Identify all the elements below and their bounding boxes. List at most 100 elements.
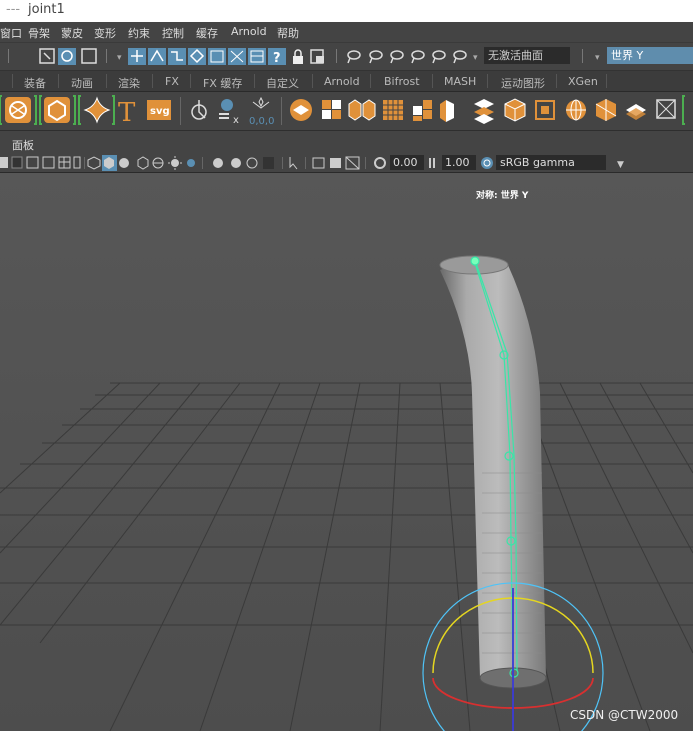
text-tool-icon[interactable]: T — [118, 98, 136, 128]
smooth-shade-icon[interactable] — [102, 155, 117, 171]
grid-toggle-icon[interactable] — [58, 156, 71, 169]
menu-constrain[interactable]: 约束 — [128, 25, 150, 41]
isolate-select-icon[interactable] — [289, 157, 298, 170]
menu-help[interactable]: 帮助 — [277, 25, 299, 41]
lock-icon[interactable] — [293, 49, 303, 64]
menu-cache[interactable]: 缓存 — [196, 25, 218, 41]
reflect-select-icon[interactable] — [432, 50, 446, 64]
gamma-field[interactable]: 1.00 — [442, 155, 476, 170]
tab-rigging[interactable]: 装备 — [24, 75, 46, 91]
default-material-icon[interactable] — [119, 158, 129, 168]
select-component-icon[interactable] — [81, 48, 97, 64]
star-particle-icon[interactable] — [83, 96, 111, 124]
layer-editor-icon[interactable] — [290, 99, 312, 121]
menu-control[interactable]: 控制 — [162, 25, 184, 41]
film-gate-icon[interactable] — [73, 156, 81, 169]
sweep-mesh-icon[interactable] — [5, 97, 31, 123]
snap-bbox-icon[interactable] — [228, 48, 246, 65]
symmetry-axis-field[interactable]: 世界 Y — [607, 47, 693, 64]
menu-skeleton[interactable]: 骨架 — [28, 25, 50, 41]
tab-bifrost[interactable]: Bifrost — [384, 75, 420, 88]
active-surface-field[interactable]: 无激活曲面 — [484, 47, 570, 64]
wire-on-shaded-icon[interactable] — [137, 156, 149, 170]
tab-arnold[interactable]: Arnold — [324, 75, 360, 88]
sphere-grid-icon[interactable] — [566, 99, 586, 121]
rotate-select-icon[interactable] — [453, 50, 467, 64]
lasso-tool-icon[interactable] — [347, 50, 361, 64]
create-locator-icon[interactable] — [191, 100, 207, 120]
menu-window[interactable]: 窗口 — [0, 25, 22, 41]
dropdown-arrow-icon-3[interactable]: ▾ — [595, 53, 600, 63]
frame-select-icon[interactable] — [656, 99, 676, 119]
tab-fx-cache[interactable]: FX 缓存 — [203, 75, 242, 91]
menu-skin[interactable]: 蒙皮 — [61, 25, 83, 41]
gamma-icon[interactable] — [429, 158, 435, 168]
select-object-icon[interactable] — [58, 48, 76, 65]
menu-arnold[interactable]: Arnold — [231, 25, 267, 38]
polygon-type-icon[interactable] — [44, 97, 70, 123]
panel-menu[interactable]: 面板 — [12, 137, 34, 153]
snap-live-icon[interactable] — [208, 48, 226, 65]
color-manage-icon[interactable] — [481, 157, 493, 169]
textured-icon[interactable] — [152, 157, 164, 169]
snap-grid-icon[interactable] — [128, 48, 146, 65]
sets-icon[interactable] — [322, 100, 341, 119]
exposure-field[interactable]: 0.00 — [390, 155, 424, 170]
snap-view-plane-icon[interactable] — [188, 48, 206, 65]
soft-select-icon[interactable] — [390, 50, 404, 64]
cube-icon[interactable] — [504, 98, 526, 122]
viewport-scene — [0, 173, 693, 731]
tile-blocks-icon[interactable] — [413, 100, 432, 121]
lock-camera-icon[interactable] — [11, 156, 23, 169]
status-line-icons: ▾ ? ▾ ▾ — [8, 48, 600, 66]
ipr-icon[interactable] — [310, 49, 324, 64]
ambient-occlusion-icon[interactable] — [213, 158, 223, 168]
help-icon[interactable]: ? — [268, 48, 286, 66]
svg-tool-icon[interactable]: svg — [147, 100, 171, 120]
color-space-dropdown-arrow-icon[interactable]: ▼ — [617, 160, 624, 170]
prism-icon[interactable] — [440, 100, 454, 122]
grid-tiles-icon[interactable] — [383, 100, 403, 120]
render-view-icon[interactable] — [248, 48, 266, 65]
menu-deform[interactable]: 变形 — [94, 25, 116, 41]
image-plane-icon[interactable] — [42, 156, 55, 169]
tab-animation[interactable]: 动画 — [71, 75, 93, 91]
paint-select-icon[interactable] — [369, 50, 383, 64]
snap-curve-icon[interactable] — [148, 48, 166, 65]
gate-mask-icon[interactable] — [330, 158, 341, 168]
tab-motion-graphics[interactable]: 运动图形 — [501, 75, 545, 91]
tab-mash[interactable]: MASH — [444, 75, 476, 88]
antialias-icon[interactable] — [246, 157, 258, 169]
select-hierarchy-icon[interactable] — [39, 48, 55, 64]
main-menu-bar: 窗口 骨架 蒙皮 变形 约束 控制 缓存 Arnold 帮助 — [0, 22, 693, 43]
resolution-gate-icon[interactable] — [312, 157, 325, 169]
delete-history-icon[interactable]: x — [219, 99, 239, 126]
dropdown-arrow-icon[interactable]: ▾ — [117, 53, 122, 63]
cube-split-icon[interactable] — [595, 99, 617, 121]
bounding-box-icon[interactable] — [535, 100, 555, 120]
tab-fx[interactable]: FX — [165, 75, 179, 88]
tab-xgen[interactable]: XGen — [568, 75, 598, 88]
lighting-icon[interactable] — [168, 156, 182, 170]
shelf-tabs: 装备 动画 渲染 FX FX 缓存 自定义 Arnold Bifrost MAS… — [0, 71, 693, 92]
cube-group-icon[interactable] — [348, 99, 376, 121]
safe-area-icon[interactable] — [345, 156, 360, 170]
stack-layers-icon[interactable] — [474, 99, 494, 124]
xray-icon[interactable] — [263, 157, 274, 169]
bookmark-icon[interactable] — [26, 156, 39, 169]
motion-blur-icon[interactable] — [231, 158, 241, 168]
tab-custom[interactable]: 自定义 — [266, 75, 299, 91]
camera-icon[interactable] — [0, 157, 8, 168]
exposure-icon[interactable] — [374, 157, 386, 169]
shadow-icon[interactable] — [187, 159, 195, 167]
wireframe-icon[interactable] — [87, 156, 101, 170]
tab-rendering[interactable]: 渲染 — [118, 75, 140, 91]
dropdown-arrow-icon-2[interactable]: ▾ — [473, 53, 478, 63]
snap-point-icon[interactable] — [168, 48, 186, 65]
reset-transform-icon[interactable]: 0,0,0 — [249, 96, 274, 127]
viewport-toolbar: ▼ 0.00 1.00 sRGB gamma — [0, 154, 693, 173]
color-space-select[interactable]: sRGB gamma — [496, 155, 606, 170]
viewport[interactable]: 对称: 世界 Y CSDN @CTW2000 — [0, 173, 693, 731]
symmetry-select-icon[interactable] — [411, 50, 425, 64]
plane-stack-icon[interactable] — [626, 104, 646, 120]
